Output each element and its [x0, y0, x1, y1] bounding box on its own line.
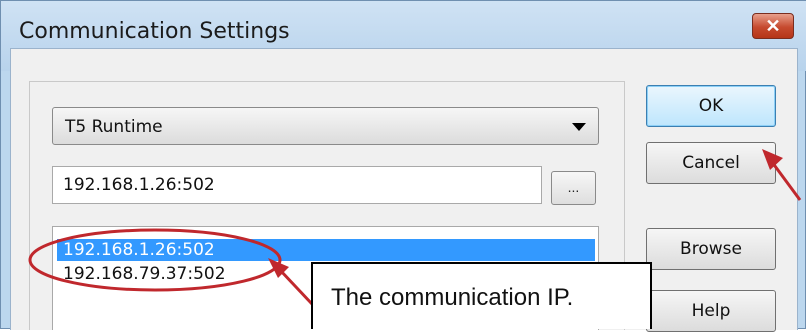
callout-text: The communication IP.: [331, 284, 574, 311]
annotation-callout: The communication IP.: [311, 262, 652, 329]
cancel-arrow-head: [762, 149, 783, 170]
callout-arrow-line: [278, 268, 314, 306]
highlight-ellipse: [28, 228, 282, 292]
cancel-arrow-line: [770, 161, 802, 201]
